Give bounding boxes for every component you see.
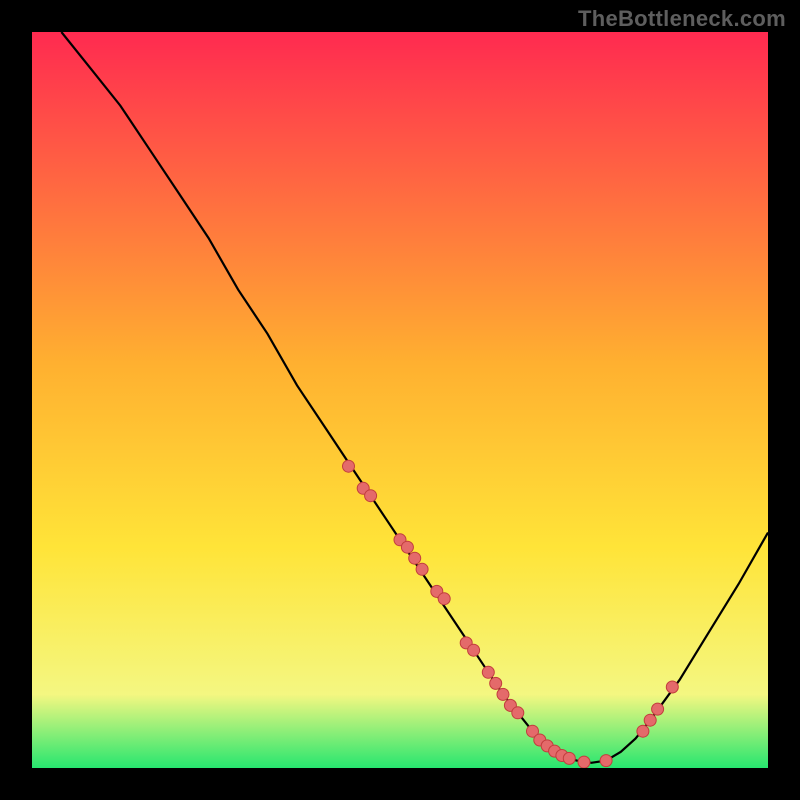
data-dot: [666, 681, 678, 693]
data-dot: [652, 703, 664, 715]
data-dot: [490, 677, 502, 689]
watermark-label: TheBottleneck.com: [578, 6, 786, 32]
gradient-background: [32, 32, 768, 768]
chart-svg: [32, 32, 768, 768]
chart-container: TheBottleneck.com: [0, 0, 800, 800]
data-dot: [578, 756, 590, 768]
data-dot: [512, 707, 524, 719]
data-dot: [401, 541, 413, 553]
data-dot: [497, 688, 509, 700]
plot-area: [32, 32, 768, 768]
data-dot: [365, 490, 377, 502]
data-dot: [482, 666, 494, 678]
data-dot: [563, 752, 575, 764]
data-dot: [343, 460, 355, 472]
data-dot: [409, 552, 421, 564]
data-dot: [416, 563, 428, 575]
data-dot: [438, 593, 450, 605]
data-dot: [468, 644, 480, 656]
data-dot: [644, 714, 656, 726]
data-dot: [637, 725, 649, 737]
data-dot: [600, 755, 612, 767]
